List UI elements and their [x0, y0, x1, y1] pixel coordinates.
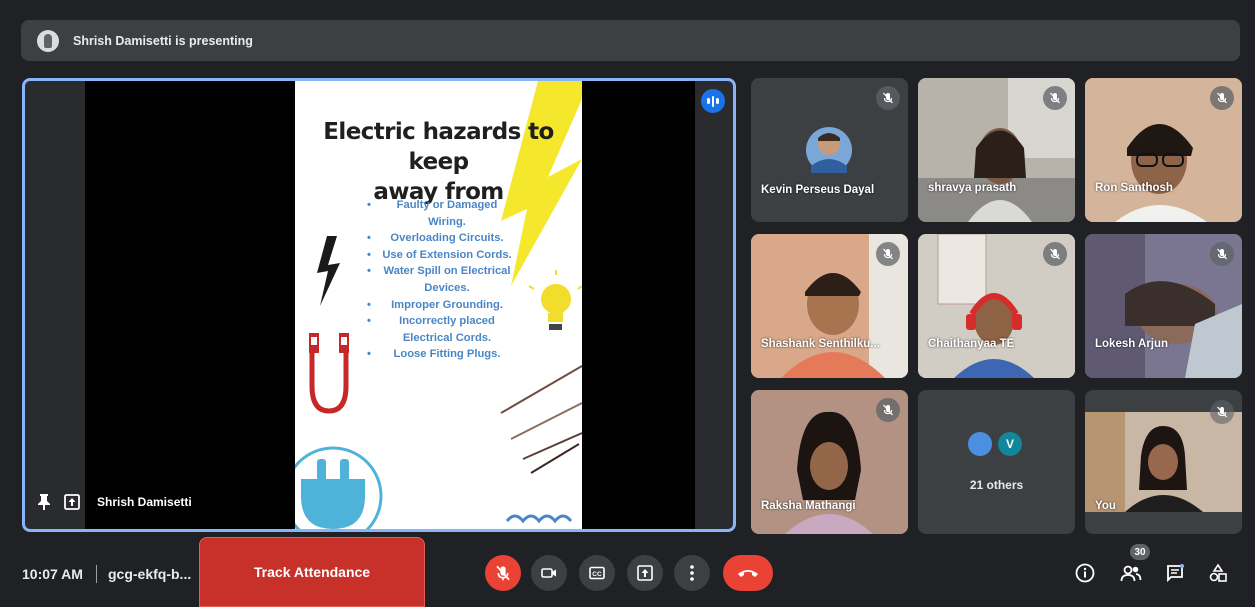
participant-tile[interactable]: shravya prasath — [918, 78, 1075, 222]
others-count: 21 others — [969, 478, 1024, 492]
clock-time: 10:07 AM — [22, 566, 83, 582]
slide-bullet: Loose Fitting Plugs. — [367, 346, 517, 363]
participant-tile[interactable]: Lokesh Arjun — [1085, 234, 1242, 378]
presenter-avatar — [37, 29, 59, 52]
participant-name: Lokesh Arjun — [1095, 338, 1169, 350]
participant-tile[interactable]: Ron Santhosh — [1085, 78, 1242, 222]
main-presentation-tile[interactable]: Electric hazards to keep away from Fault… — [22, 78, 736, 532]
self-tile[interactable]: You — [1085, 390, 1242, 534]
others-tile[interactable]: V 21 others — [918, 390, 1075, 534]
participant-name: Raksha Mathangi — [761, 500, 856, 512]
presenting-banner: Shrish Damisetti is presenting — [21, 20, 1240, 61]
more-options-icon[interactable] — [674, 555, 710, 591]
info-icon[interactable] — [1074, 562, 1096, 584]
slide-bullet: Overloading Circuits. — [367, 230, 517, 247]
mic-off-icon — [1210, 242, 1234, 266]
slide-bullet-list: Faulty or Damaged Wiring. Overloading Ci… — [367, 197, 517, 363]
mic-off-icon[interactable] — [485, 555, 521, 591]
chat-icon[interactable] — [1164, 562, 1186, 584]
people-count-badge: 30 — [1130, 544, 1150, 560]
bottom-toolbar: 10:07 AM gcg-ekfq-b... Track Attendance … — [0, 537, 1255, 607]
hang-up-icon[interactable] — [723, 555, 773, 591]
participant-name: You — [1095, 500, 1116, 512]
activities-icon[interactable] — [1207, 562, 1229, 584]
speaking-icon — [701, 89, 725, 113]
participant-tile[interactable]: Kevin Perseus Dayal — [751, 78, 908, 222]
svg-text:CC: CC — [592, 571, 602, 578]
slide-title-line-1: Electric hazards to keep — [323, 119, 554, 175]
slide-title: Electric hazards to keep away from — [295, 117, 582, 207]
presenting-text: Shrish Damisetti is presenting — [73, 33, 253, 48]
slide-bullet: Improper Grounding. — [367, 297, 517, 314]
mic-off-icon — [1043, 86, 1067, 110]
pin-icon[interactable] — [35, 493, 53, 511]
avatar — [968, 432, 992, 456]
slide-bullet: Incorrectly placed Electrical Cords. — [367, 313, 517, 346]
captions-icon[interactable]: CC — [579, 555, 615, 591]
participant-tile[interactable]: Shashank Senthilku... — [751, 234, 908, 378]
people-icon[interactable] — [1120, 562, 1142, 584]
track-attendance-button[interactable]: Track Attendance — [199, 537, 425, 607]
present-icon — [63, 493, 81, 511]
present-icon[interactable] — [627, 555, 663, 591]
participant-tile[interactable]: Chaithanyaa TE — [918, 234, 1075, 378]
presentation-slide: Electric hazards to keep away from Fault… — [295, 81, 582, 529]
slide-bullet: Water Spill on Electrical Devices. — [367, 263, 517, 296]
mic-off-icon — [1043, 242, 1067, 266]
slide-bullet: Faulty or Damaged Wiring. — [367, 197, 517, 230]
avatar: V — [998, 432, 1022, 456]
participant-name: Chaithanyaa TE — [928, 338, 1015, 350]
slide-bullet: Use of Extension Cords. — [367, 247, 517, 264]
camera-icon[interactable] — [531, 555, 567, 591]
participant-name: Shashank Senthilku... — [761, 338, 880, 350]
meeting-code[interactable]: gcg-ekfq-b... — [108, 566, 191, 582]
participant-name: Kevin Perseus Dayal — [761, 184, 875, 196]
participant-name: shravya prasath — [928, 182, 1017, 194]
participant-tile[interactable]: Raksha Mathangi — [751, 390, 908, 534]
mic-off-icon — [876, 242, 900, 266]
avatar — [806, 127, 852, 173]
presenter-footer: Shrish Damisetti — [35, 493, 192, 511]
participant-name: Ron Santhosh — [1095, 182, 1173, 194]
mic-off-icon — [1210, 86, 1234, 110]
mic-off-icon — [1210, 400, 1234, 424]
presenter-name: Shrish Damisetti — [97, 495, 192, 509]
mic-off-icon — [876, 398, 900, 422]
presentation-area: Electric hazards to keep away from Fault… — [85, 81, 695, 529]
divider — [96, 565, 97, 583]
